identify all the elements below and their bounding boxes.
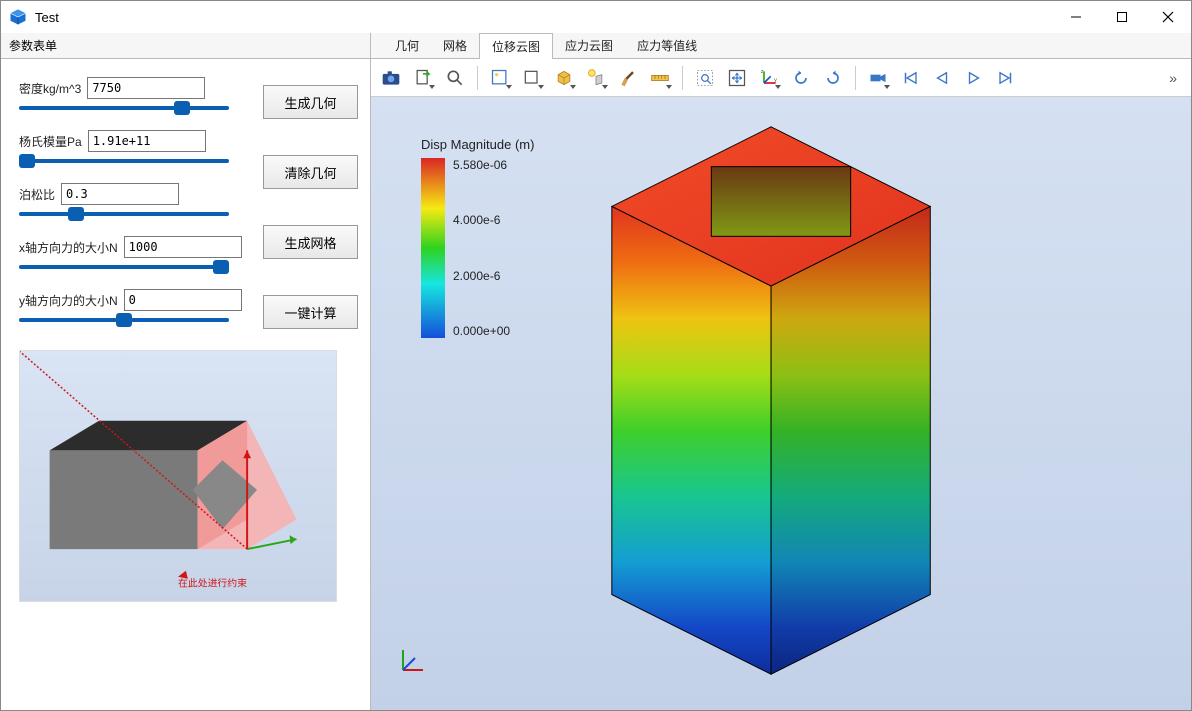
toolbar: zy » xyxy=(371,59,1191,97)
poisson-label: 泊松比 xyxy=(19,186,55,203)
fit-screen-icon[interactable] xyxy=(723,64,751,92)
tab-mesh[interactable]: 网格 xyxy=(431,33,479,58)
tab-contour[interactable]: 应力等值线 xyxy=(625,33,709,58)
camera-view-icon[interactable] xyxy=(864,64,892,92)
window-minimize-button[interactable] xyxy=(1053,1,1099,33)
forcex-input[interactable] xyxy=(124,236,242,258)
youngs-label: 杨氏模量Pa xyxy=(19,133,82,150)
sidebar-header: 参数表单 xyxy=(9,37,57,54)
toolbar-overflow-icon[interactable]: » xyxy=(1169,70,1185,86)
forcey-label: y轴方向力的大小N xyxy=(19,292,118,309)
ruler-icon[interactable] xyxy=(646,64,674,92)
poisson-slider[interactable] xyxy=(19,207,229,221)
brush-icon[interactable] xyxy=(614,64,642,92)
rotate-ccw-icon[interactable] xyxy=(787,64,815,92)
play-icon[interactable] xyxy=(960,64,988,92)
forcex-label: x轴方向力的大小N xyxy=(19,239,118,256)
file-arrow-icon[interactable] xyxy=(409,64,437,92)
window-title: Test xyxy=(35,10,59,25)
youngs-slider[interactable] xyxy=(19,154,229,168)
seek-last-icon[interactable] xyxy=(992,64,1020,92)
generate-mesh-button[interactable]: 生成网格 xyxy=(263,225,358,259)
svg-text:y: y xyxy=(774,77,777,83)
one-click-compute-button[interactable]: 一键计算 xyxy=(263,295,358,329)
youngs-input[interactable] xyxy=(88,130,206,152)
density-input[interactable] xyxy=(87,77,205,99)
tab-geometry[interactable]: 几何 xyxy=(383,33,431,58)
result-visualization xyxy=(371,97,1191,710)
svg-text:z: z xyxy=(761,69,764,75)
viewport[interactable]: Disp Magnitude (m) 5.580e-06 4.000e-6 2.… xyxy=(371,97,1191,710)
region-tool-icon[interactable] xyxy=(518,64,546,92)
preview-caption: 在此处进行约束 xyxy=(178,577,247,590)
window-maximize-button[interactable] xyxy=(1099,1,1145,33)
rotate-cw-icon[interactable] xyxy=(819,64,847,92)
poisson-input[interactable] xyxy=(61,183,179,205)
select-tool-icon[interactable] xyxy=(486,64,514,92)
tab-stress[interactable]: 应力云图 xyxy=(553,33,625,58)
app-icon xyxy=(9,8,27,26)
view-tabs: 几何 网格 位移云图 应力云图 应力等值线 xyxy=(371,33,1191,59)
box-icon[interactable] xyxy=(550,64,578,92)
seek-first-icon[interactable] xyxy=(896,64,924,92)
forcey-input[interactable] xyxy=(124,289,242,311)
tab-displacement[interactable]: 位移云图 xyxy=(479,33,553,60)
generate-geometry-button[interactable]: 生成几何 xyxy=(263,85,358,119)
clear-geometry-button[interactable]: 清除几何 xyxy=(263,155,358,189)
camera-icon[interactable] xyxy=(377,64,405,92)
zoom-area-icon[interactable] xyxy=(691,64,719,92)
axis-triad-icon xyxy=(395,644,427,676)
zoom-icon[interactable] xyxy=(441,64,469,92)
axes-icon[interactable]: zy xyxy=(755,64,783,92)
forcey-slider[interactable] xyxy=(19,313,229,327)
lightbulb-cube-icon[interactable] xyxy=(582,64,610,92)
forcex-slider[interactable] xyxy=(19,260,229,274)
preview-panel: 在此处进行约束 xyxy=(19,350,337,602)
seek-prev-icon[interactable] xyxy=(928,64,956,92)
density-slider[interactable] xyxy=(19,101,229,115)
window-close-button[interactable] xyxy=(1145,1,1191,33)
density-label: 密度kg/m^3 xyxy=(19,80,81,97)
